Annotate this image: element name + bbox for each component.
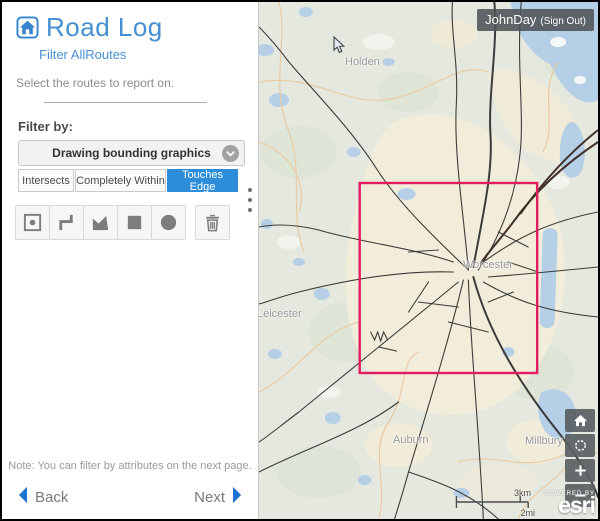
draw-toolbar: [15, 205, 258, 240]
mode-button-intersects[interactable]: Intersects: [18, 169, 74, 192]
polygon-tool-icon: [90, 212, 111, 233]
filter-type-dropdown[interactable]: Drawing bounding graphics: [18, 140, 245, 166]
map-container[interactable]: HoldenWorcesterLeicesterAuburnMillbury J…: [259, 2, 598, 519]
user-account-button[interactable]: JohnDay (Sign Out): [477, 9, 594, 31]
panel-description: Select the routes to report on.: [16, 76, 258, 90]
minus-icon: [573, 488, 588, 503]
panel-footer: Note: You can filter by attributes on th…: [2, 460, 258, 519]
footer-note: Note: You can filter by attributes on th…: [2, 460, 258, 472]
draw-polyline-button[interactable]: [49, 205, 84, 240]
chevron-down-icon[interactable]: [222, 145, 239, 162]
next-label: Next: [194, 489, 225, 506]
clear-graphics-button[interactable]: [195, 205, 230, 240]
locate-icon: [573, 438, 588, 453]
draw-point-button[interactable]: [15, 205, 50, 240]
sign-out-link[interactable]: (Sign Out): [540, 16, 586, 27]
rectangle-tool-icon: [124, 212, 145, 233]
circle-tool-icon: [158, 212, 179, 233]
mode-button-touches-edge[interactable]: Touches Edge: [167, 169, 238, 192]
panel-header: Road Log Filter AllRoutes: [2, 2, 258, 62]
panel-resize-handle[interactable]: [248, 188, 252, 212]
user-name: JohnDay: [485, 12, 536, 27]
back-button[interactable]: Back: [16, 486, 68, 509]
mode-button-completely-within[interactable]: Completely Within: [75, 169, 166, 192]
point-tool-icon: [22, 212, 43, 233]
back-label: Back: [35, 489, 68, 506]
dropdown-selected-value: Drawing bounding graphics: [52, 146, 211, 160]
map-canvas[interactable]: [259, 2, 598, 519]
zoom-out-button[interactable]: [565, 484, 595, 507]
home-extent-button[interactable]: [565, 409, 595, 432]
locate-button[interactable]: [565, 434, 595, 457]
zoom-in-button[interactable]: [565, 459, 595, 482]
breadcrumb[interactable]: Filter AllRoutes: [39, 47, 258, 62]
chevron-left-icon: [16, 486, 29, 509]
map-controls: [565, 409, 595, 507]
polyline-tool-icon: [56, 212, 77, 233]
draw-polygon-button[interactable]: [83, 205, 118, 240]
plus-icon: [573, 463, 588, 478]
home-extent-icon: [573, 413, 588, 428]
sidebar-panel: Road Log Filter AllRoutes Select the rou…: [2, 2, 259, 519]
filter-mode-group: Intersects Completely Within Touches Edg…: [18, 169, 245, 192]
draw-rectangle-button[interactable]: [117, 205, 152, 240]
filter-by-label: Filter by:: [18, 119, 258, 134]
trash-icon: [202, 212, 223, 233]
chevron-right-icon: [231, 486, 244, 509]
home-icon[interactable]: [16, 16, 39, 39]
page-title: Road Log: [46, 12, 163, 43]
divider: [44, 102, 207, 103]
app-window: Road Log Filter AllRoutes Select the rou…: [0, 0, 600, 521]
next-button[interactable]: Next: [194, 486, 244, 509]
draw-circle-button[interactable]: [151, 205, 186, 240]
